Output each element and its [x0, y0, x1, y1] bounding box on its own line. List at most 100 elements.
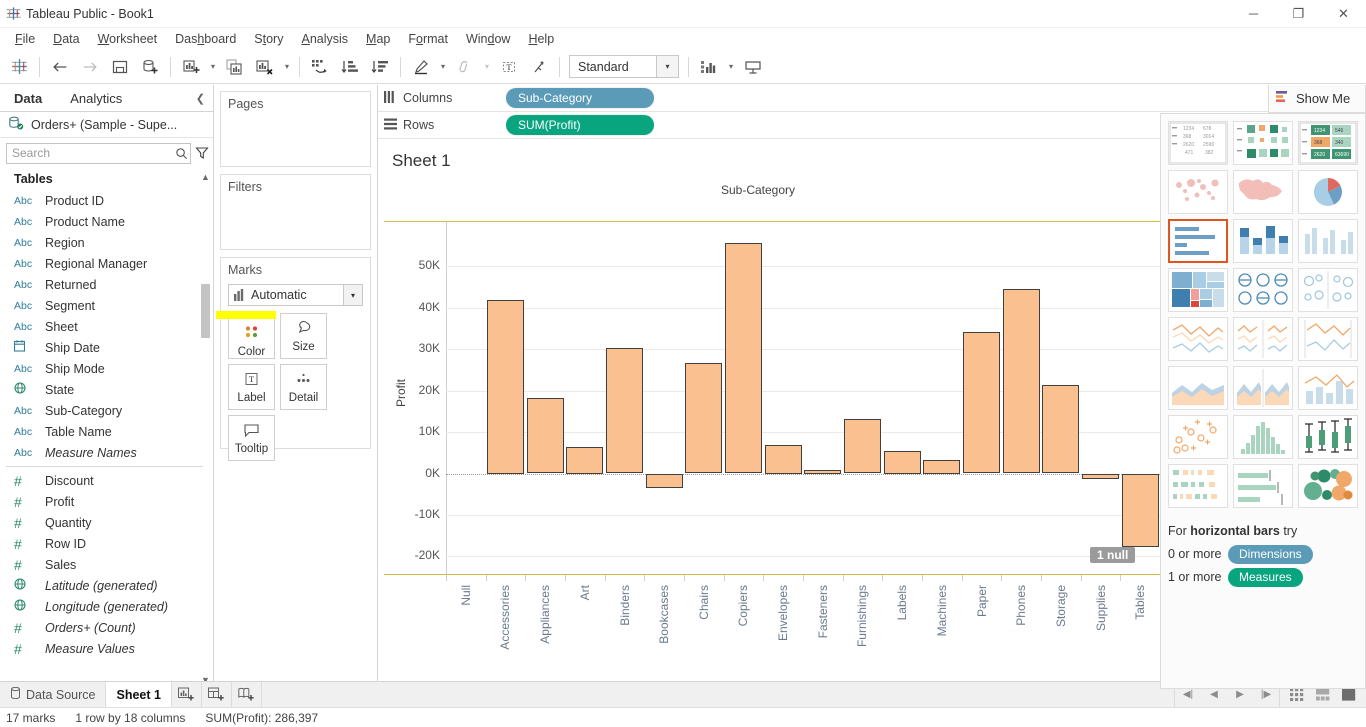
data-pane-scrollbar[interactable]: ▲ ▼ — [200, 172, 211, 685]
field-row[interactable]: # Orders+ (Count) — [0, 617, 213, 638]
show-me-gantt[interactable] — [1168, 464, 1228, 508]
show-me-box-and-whisker[interactable] — [1298, 415, 1358, 459]
show-me-circle-views[interactable] — [1233, 268, 1293, 312]
pages-card[interactable]: Pages — [220, 91, 371, 167]
bar[interactable] — [487, 300, 524, 474]
field-row[interactable]: # Row ID — [0, 533, 213, 554]
new-worksheet-dropdown-icon[interactable]: ▾ — [206, 52, 220, 82]
mark-type-selector[interactable]: Automatic ▾ — [228, 284, 363, 306]
bar[interactable] — [1122, 474, 1159, 547]
show-me-area-charts-continuous[interactable] — [1168, 366, 1228, 410]
swap-rows-columns-icon[interactable] — [305, 52, 335, 82]
chevron-left-icon[interactable]: ❮ — [188, 92, 213, 105]
field-row[interactable]: Abc Sheet — [0, 316, 213, 337]
bar[interactable] — [884, 451, 921, 474]
field-row[interactable]: Longitude (generated) — [0, 596, 213, 617]
marks-label-button[interactable]: T Label — [228, 364, 275, 410]
tab-data-source[interactable]: Data Source — [0, 682, 107, 707]
show-me-dual-lines[interactable] — [1298, 317, 1358, 361]
field-row[interactable]: # Sales — [0, 554, 213, 575]
show-me-lines-continuous[interactable] — [1168, 317, 1228, 361]
redo-icon[interactable] — [75, 52, 105, 82]
show-me-heat-map[interactable] — [1233, 121, 1293, 165]
sort-ascending-icon[interactable] — [335, 52, 365, 82]
filter-funnel-icon[interactable] — [195, 142, 209, 164]
show-me-tab[interactable]: Show Me — [1268, 85, 1366, 113]
field-row[interactable]: Abc Regional Manager — [0, 253, 213, 274]
field-row[interactable]: Abc Segment — [0, 295, 213, 316]
clear-sheet-dropdown-icon[interactable]: ▾ — [280, 52, 294, 82]
group-dropdown-icon[interactable]: ▾ — [480, 52, 494, 82]
columns-shelf[interactable]: Columns Sub-Category — [378, 85, 1366, 112]
menu-story[interactable]: Story — [245, 30, 292, 48]
new-story-button[interactable] — [232, 682, 262, 707]
group-members-icon[interactable] — [450, 52, 480, 82]
bar[interactable] — [804, 470, 841, 474]
new-dashboard-button[interactable] — [202, 682, 232, 707]
show-me-horizontal-bars[interactable] — [1168, 219, 1228, 263]
field-row[interactable]: # Discount — [0, 470, 213, 491]
show-me-highlight-table[interactable]: 1234 546 368 340 2620 63690 — [1298, 121, 1358, 165]
field-row[interactable]: Abc Sub-Category — [0, 400, 213, 421]
show-me-dual-combination[interactable] — [1298, 366, 1358, 410]
new-worksheet-icon[interactable] — [176, 52, 206, 82]
marks-color-button[interactable]: Color — [215, 311, 276, 359]
presentation-fix-icon[interactable] — [524, 52, 554, 82]
bar[interactable] — [963, 332, 1000, 473]
new-worksheet-button[interactable] — [172, 682, 202, 707]
show-hide-cards-icon[interactable] — [694, 52, 724, 82]
clear-sheet-icon[interactable] — [250, 52, 280, 82]
bar[interactable] — [1003, 289, 1040, 473]
close-button[interactable]: ✕ — [1321, 0, 1366, 28]
show-me-filled-map[interactable] — [1233, 170, 1293, 214]
field-row[interactable]: # Quantity — [0, 512, 213, 533]
show-me-lines-discrete[interactable] — [1233, 317, 1293, 361]
minimize-button[interactable]: ─ — [1231, 0, 1276, 28]
nav-prev-button[interactable]: ◀ — [1201, 689, 1227, 700]
bar[interactable] — [1082, 474, 1119, 479]
sort-descending-icon[interactable] — [365, 52, 395, 82]
nav-last-button[interactable]: |▶ — [1253, 689, 1279, 700]
new-data-source-icon[interactable] — [135, 52, 165, 82]
pill-sum-profit[interactable]: SUM(Profit) — [506, 115, 654, 135]
field-row[interactable]: State — [0, 379, 213, 400]
tab-data[interactable]: Data — [0, 85, 56, 112]
bar[interactable] — [646, 474, 683, 488]
bar[interactable] — [606, 348, 643, 473]
data-source-entry[interactable]: Orders+ (Sample - Supe... — [0, 112, 213, 138]
menu-file[interactable]: File — [6, 30, 44, 48]
presentation-mode-icon[interactable] — [738, 52, 768, 82]
tab-analytics[interactable]: Analytics — [56, 85, 136, 112]
nav-first-button[interactable]: ◀| — [1175, 689, 1201, 700]
menu-analysis[interactable]: Analysis — [292, 30, 357, 48]
field-row[interactable]: Abc Measure Names — [0, 442, 213, 463]
field-row[interactable]: Abc Returned — [0, 274, 213, 295]
show-me-text-table[interactable]: 1234 678 368 3014 2620 2596 471 382 — [1168, 121, 1228, 165]
menu-map[interactable]: Map — [357, 30, 399, 48]
maximize-button[interactable]: ❐ — [1276, 0, 1321, 28]
show-me-stacked-bars[interactable] — [1233, 219, 1293, 263]
search-input[interactable] — [7, 146, 172, 160]
mark-type-dropdown-icon[interactable]: ▾ — [343, 285, 362, 305]
show-me-scatter-plot[interactable] — [1168, 415, 1228, 459]
scrollbar-thumb[interactable] — [201, 284, 210, 338]
fit-dropdown-icon[interactable]: ▾ — [656, 56, 678, 77]
bar[interactable] — [685, 363, 722, 473]
menu-dashboard[interactable]: Dashboard — [166, 30, 245, 48]
scroll-up-icon[interactable]: ▲ — [200, 172, 211, 182]
menu-format[interactable]: Format — [399, 30, 457, 48]
duplicate-sheet-icon[interactable] — [220, 52, 250, 82]
field-row[interactable]: Abc Ship Mode — [0, 358, 213, 379]
field-row[interactable]: Abc Product ID — [0, 190, 213, 211]
show-me-packed-bubbles[interactable] — [1298, 464, 1358, 508]
marks-tooltip-button[interactable]: Tooltip — [228, 415, 275, 461]
fit-selector[interactable]: Standard ▾ — [569, 55, 679, 78]
highlight-dropdown-icon[interactable]: ▾ — [436, 52, 450, 82]
save-icon[interactable] — [105, 52, 135, 82]
field-row[interactable]: # Profit — [0, 491, 213, 512]
show-me-bullet-graph[interactable] — [1233, 464, 1293, 508]
cards-dropdown-icon[interactable]: ▾ — [724, 52, 738, 82]
show-me-side-by-side-bars[interactable] — [1298, 219, 1358, 263]
pill-sub-category[interactable]: Sub-Category — [506, 88, 654, 108]
bar[interactable] — [923, 460, 960, 474]
